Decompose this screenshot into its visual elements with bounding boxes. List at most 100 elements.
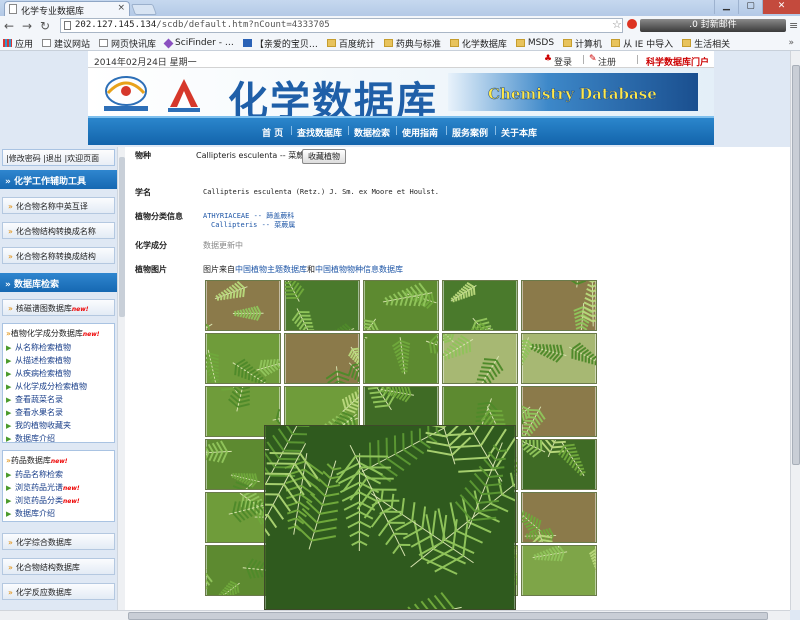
login-link[interactable]: 登录 <box>554 55 572 68</box>
species-label: 物种 <box>135 151 151 160</box>
bookmark-item[interactable]: 百度统计 <box>326 37 375 50</box>
nmr-spectra-db-link[interactable]: » 核磁谱图数据库new! <box>2 299 115 316</box>
forward-arrow-icon[interactable]: → <box>22 18 32 34</box>
bookmark-label: 【亲爱的宝贝… <box>254 39 318 50</box>
bookmark-item[interactable]: MSDS <box>515 38 554 48</box>
tab-title: 化学专业数据库 <box>21 7 85 16</box>
plant-item[interactable]: ▶ 从名称检索植物 <box>3 342 114 355</box>
plant-photo-thumbnail[interactable] <box>205 333 281 384</box>
enlarged-plant-photo[interactable] <box>264 425 516 610</box>
site-header: 2014年02月24日 星期一 ♣ 登录 | ✎ 注册 | 科学数据库门户 化学… <box>88 51 714 145</box>
portal-link[interactable]: 科学数据库门户 <box>646 55 709 68</box>
bookmark-label: 百度统计 <box>338 39 375 50</box>
bookmark-item[interactable]: 计算机 <box>563 37 602 50</box>
bookmarks-more-icon[interactable]: » <box>788 38 794 48</box>
species-value: Callipteris esculenta -- 菜蕨 <box>196 151 305 160</box>
plant-item[interactable]: ▶ 查看水果名录 <box>3 407 114 420</box>
vertical-scroll-thumb[interactable] <box>792 65 800 465</box>
bookmark-item[interactable]: 网页快讯库 <box>99 37 156 50</box>
back-arrow-icon[interactable]: ← <box>4 18 14 34</box>
collect-plant-button[interactable]: 收藏植物 <box>302 149 346 164</box>
plant-item[interactable]: ▶ 从化学成分检索植物 <box>3 381 114 394</box>
maximize-button[interactable]: ▢ <box>738 0 762 14</box>
reaction-db-link[interactable]: » 化学反应数据库 <box>2 583 115 600</box>
plant-photo-thumbnail[interactable] <box>521 386 597 437</box>
plant-photo-thumbnail[interactable] <box>521 545 597 596</box>
plant-record: 物种 Callipteris esculenta -- 菜蕨 收藏植物 学名 C… <box>125 147 790 610</box>
plant-photo-thumbnail[interactable] <box>521 439 597 490</box>
browser-tab[interactable]: 化学专业数据库 × <box>4 1 130 16</box>
drug-db-link[interactable]: »药品数据库new! <box>3 455 114 469</box>
nav-data-search[interactable]: 数据检索 <box>354 126 390 139</box>
plant-photo-thumbnail[interactable] <box>284 280 360 331</box>
plant-photo-thumbnail[interactable] <box>363 333 439 384</box>
tool-name-to-structure[interactable]: » 化合物名称转换成结构 <box>2 247 115 264</box>
menu-icon[interactable]: ≡ <box>789 19 798 32</box>
horizontal-scroll-thumb[interactable] <box>128 612 768 620</box>
structure-db-link[interactable]: » 化合物结构数据库 <box>2 558 115 575</box>
divider: | <box>395 126 399 136</box>
account-links[interactable]: |修改密码 |退出 |欢迎页面 <box>2 149 115 166</box>
new-badge: new! <box>63 485 80 492</box>
bookmark-item[interactable]: 【亲爱的宝贝… <box>242 37 318 50</box>
bookmark-item[interactable]: 化学数据库 <box>449 37 507 50</box>
nav-user-guide[interactable]: 使用指南 <box>402 126 438 139</box>
plant-photo-thumbnail[interactable] <box>442 333 518 384</box>
general-chem-db-link[interactable]: » 化学综合数据库 <box>2 533 115 550</box>
new-tab-button[interactable] <box>130 4 158 15</box>
close-tab-icon[interactable]: × <box>117 3 125 13</box>
address-bar[interactable]: 202.127.145.134/scdb/default.htm?nCount=… <box>60 18 623 33</box>
nav-find-database[interactable]: 查找数据库 <box>297 126 342 139</box>
divider: | <box>347 126 351 136</box>
bookmark-label: 化学数据库 <box>461 39 507 50</box>
close-window-button[interactable]: ✕ <box>762 0 800 14</box>
tool-name-translate[interactable]: » 化合物名称中英互译 <box>2 197 115 214</box>
plant-item[interactable]: ▶ 我的植物收藏夹 <box>3 420 114 433</box>
bookmark-item[interactable]: 从 IE 中导入 <box>611 37 673 50</box>
plant-theme-db-link[interactable]: 中国植物主题数据库 <box>235 265 307 274</box>
bookmark-star-icon[interactable]: ☆ <box>612 18 622 31</box>
plant-photo-thumbnail[interactable] <box>363 280 439 331</box>
bookmark-item[interactable]: 建议网站 <box>42 37 90 50</box>
drug-item[interactable]: ▶ 浏览药品光谱new! <box>3 482 114 495</box>
nav-service-cases[interactable]: 服务案例 <box>452 126 488 139</box>
plant-item[interactable]: ▶ 数据库介绍 <box>3 433 114 446</box>
extension-icon[interactable] <box>627 19 637 29</box>
site-title: 化学数据库 <box>228 78 438 116</box>
bookmark-item[interactable]: 应用 <box>3 37 33 50</box>
plant-photo-thumbnail[interactable] <box>284 333 360 384</box>
bookmark-label: 生活相关 <box>694 39 731 50</box>
bookmark-item[interactable]: SciFinder - … <box>163 38 234 48</box>
register-link[interactable]: 注册 <box>598 55 616 68</box>
drug-item[interactable]: ▶ 浏览药品分类new! <box>3 495 114 508</box>
plant-item[interactable]: ▶ 查看蔬菜名录 <box>3 394 114 407</box>
plant-db-link[interactable]: »植物化学成分数据库new! <box>3 328 114 342</box>
plant-photo-thumbnail[interactable] <box>521 333 597 384</box>
plant-photo-thumbnail[interactable] <box>521 280 597 331</box>
drug-item[interactable]: ▶ 药品名称检索 <box>3 469 114 482</box>
arrow-icon: » <box>8 252 13 261</box>
sidebar-scrollbar[interactable] <box>117 147 125 610</box>
plant-item[interactable]: ▶ 从描述检索植物 <box>3 355 114 368</box>
plant-photo-thumbnail[interactable] <box>205 280 281 331</box>
plant-photo-thumbnail[interactable] <box>442 280 518 331</box>
bookmark-item[interactable]: 生活相关 <box>682 37 730 50</box>
drug-item[interactable]: ▶ 数据库介绍 <box>3 508 114 521</box>
plant-images-label: 植物图片 <box>135 265 167 274</box>
nav-home[interactable]: 首 页 <box>262 126 283 139</box>
page-horizontal-scrollbar[interactable] <box>0 610 790 620</box>
top-info-line: 2014年02月24日 星期一 ♣ 登录 | ✎ 注册 | 科学数据库门户 <box>88 51 714 68</box>
reload-icon[interactable]: ↻ <box>40 18 50 34</box>
nav-about[interactable]: 关于本库 <box>501 126 537 139</box>
mail-notification[interactable]: .0 封新邮件 <box>640 19 786 32</box>
page-vertical-scrollbar[interactable] <box>790 51 800 610</box>
plant-item[interactable]: ▶ 从疾病检索植物 <box>3 368 114 381</box>
window-controls: ▁ ▢ ✕ <box>714 0 800 14</box>
plant-species-db-link[interactable]: 中国植物物种信息数据库 <box>315 265 403 274</box>
taxonomy-genus-link[interactable]: Callipteris -- 菜蕨属 <box>211 220 295 230</box>
minimize-button[interactable]: ▁ <box>714 0 738 14</box>
sidebar: |修改密码 |退出 |欢迎页面 » 化学工作辅助工具 » 化合物名称中英互译 » 化… <box>0 147 117 610</box>
bookmark-item[interactable]: 药典与标准 <box>383 37 441 50</box>
tool-structure-to-name[interactable]: » 化合物结构转换成名称 <box>2 222 115 239</box>
plant-photo-thumbnail[interactable] <box>521 492 597 543</box>
